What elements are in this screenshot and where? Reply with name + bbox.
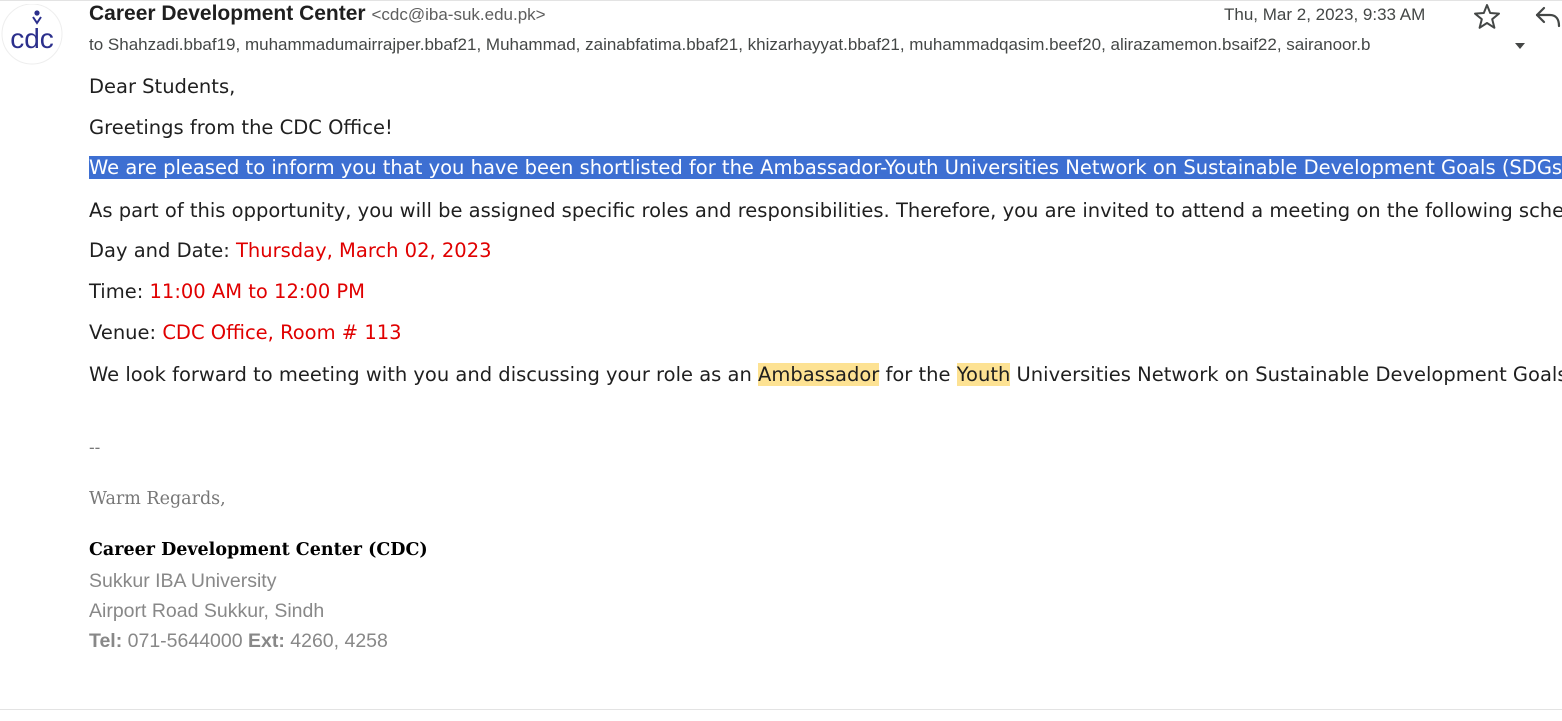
- signature-university: Sukkur IBA University: [89, 570, 277, 592]
- shortlist-line: We are pleased to inform you that you ha…: [89, 155, 1562, 181]
- greeting: Dear Students,: [89, 75, 236, 98]
- tel-label: Tel:: [89, 630, 123, 652]
- svg-text:cdc: cdc: [10, 23, 54, 54]
- sender-avatar[interactable]: cdc: [0, 4, 64, 68]
- closing-mid: for the: [879, 363, 957, 386]
- closing-post: Universities Network on Sustainable Deve…: [1010, 363, 1562, 386]
- recipients-line[interactable]: to Shahzadi.bbaf19, muhammadumairrajper.…: [89, 35, 1509, 55]
- closing-line: We look forward to meeting with you and …: [89, 362, 1562, 388]
- warm-regards: Warm Regards,: [89, 489, 226, 509]
- bottom-divider: [0, 709, 1562, 710]
- highlight-youth: Youth: [956, 363, 1011, 386]
- highlight-ambassador: Ambassador: [758, 363, 880, 386]
- venue-line: Venue: CDC Office, Room # 113: [89, 320, 402, 346]
- ext-value: 4260, 4258: [284, 630, 388, 652]
- email-date: Thu, Mar 2, 2023, 9:33 AM: [1224, 5, 1426, 24]
- day-value: Thursday, March 02, 2023: [235, 239, 492, 262]
- selected-text: We are pleased to inform you that you ha…: [89, 156, 1562, 179]
- signature-separator: --: [89, 438, 101, 457]
- opportunity-line: As part of this opportunity, you will be…: [89, 199, 1562, 222]
- ext-label: Ext:: [248, 630, 285, 652]
- closing-pre: We look forward to meeting with you and …: [89, 363, 759, 386]
- time-line: Time: 11:00 AM to 12:00 PM: [89, 279, 365, 305]
- top-divider: [0, 0, 1562, 1]
- intro-line: Greetings from the CDC Office!: [89, 116, 393, 139]
- signature-phone: Tel: 071-5644000 Ext: 4260, 4258: [89, 630, 388, 653]
- signature-address: Airport Road Sukkur, Sindh: [89, 600, 325, 622]
- time-value: 11:00 AM to 12:00 PM: [149, 280, 366, 303]
- date-line: Day and Date: Thursday, March 02, 2023: [89, 238, 492, 264]
- time-label: Time:: [89, 280, 150, 303]
- chevron-down-icon[interactable]: [1511, 38, 1529, 54]
- sender-name[interactable]: Career Development Center: [89, 2, 366, 25]
- signature-org: Career Development Center (CDC): [89, 540, 428, 560]
- sender-line: Career Development Center <cdc@iba-suk.e…: [89, 2, 546, 26]
- tel-value: 071-5644000: [122, 630, 249, 652]
- day-label: Day and Date:: [89, 239, 236, 262]
- star-icon[interactable]: [1472, 2, 1502, 30]
- reply-icon[interactable]: [1534, 4, 1562, 30]
- sender-email[interactable]: <cdc@iba-suk.edu.pk>: [371, 5, 545, 24]
- cdc-logo: cdc: [1, 4, 63, 65]
- venue-value: CDC Office, Room # 113: [162, 321, 402, 344]
- venue-label: Venue:: [89, 321, 163, 344]
